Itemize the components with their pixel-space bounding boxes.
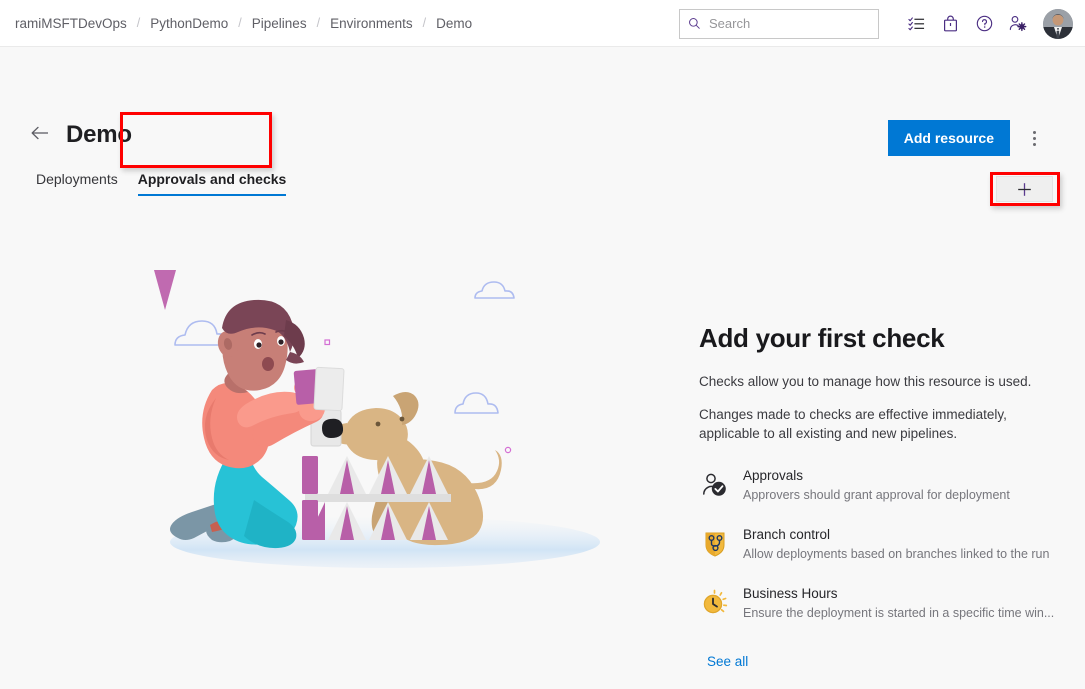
kebab-dot xyxy=(1033,143,1036,146)
breadcrumb-separator: / xyxy=(414,16,435,30)
panel-paragraph-1: Checks allow you to manage how this reso… xyxy=(699,372,1059,391)
user-settings-icon xyxy=(1009,15,1027,32)
marketplace-button[interactable] xyxy=(933,7,967,41)
help-button[interactable] xyxy=(967,7,1001,41)
card-house-bottom-row xyxy=(154,270,176,310)
person-building-card-house-with-dog-illustration xyxy=(150,270,620,570)
card-pair xyxy=(328,456,366,494)
held-card-white xyxy=(314,367,344,410)
check-type-approvals[interactable]: Approvals Approvers should grant approva… xyxy=(699,467,1059,504)
branch-control-shield-icon xyxy=(699,528,731,560)
kebab-dot xyxy=(1033,137,1036,140)
breadcrumb-item-pipelines[interactable]: Pipelines xyxy=(251,16,308,31)
marketplace-bag-icon xyxy=(943,15,958,32)
avatar-photo-icon xyxy=(1043,9,1073,39)
search-box[interactable] xyxy=(679,9,879,39)
tab-bar: Deployments Approvals and checks xyxy=(26,167,296,197)
user-settings-button[interactable] xyxy=(1001,7,1035,41)
dot-circle xyxy=(505,447,510,452)
cloud-icon xyxy=(475,282,514,298)
search-input[interactable] xyxy=(709,16,870,31)
plus-icon xyxy=(1017,182,1032,197)
more-actions-button[interactable] xyxy=(1023,127,1045,149)
panel-title: Add your first check xyxy=(699,323,1059,354)
check-type-description: Ensure the deployment is started in a sp… xyxy=(743,605,1054,622)
top-bar-actions xyxy=(679,0,1075,47)
breadcrumb: ramiMSFTDevOps / PythonDemo / Pipelines … xyxy=(14,16,473,31)
check-type-name: Approvals xyxy=(743,467,1010,485)
add-first-check-panel: Add your first check Checks allow you to… xyxy=(699,323,1059,671)
breadcrumb-item-organization[interactable]: ramiMSFTDevOps xyxy=(14,16,128,31)
breadcrumb-separator: / xyxy=(308,16,329,30)
breadcrumb-separator: / xyxy=(229,16,250,30)
check-type-description: Allow deployments based on branches link… xyxy=(743,546,1049,563)
check-type-name: Business Hours xyxy=(743,585,1054,603)
breadcrumb-item-demo[interactable]: Demo xyxy=(435,16,473,31)
approvals-person-check-icon xyxy=(699,469,731,501)
user-avatar[interactable] xyxy=(1043,9,1073,39)
help-question-icon xyxy=(976,15,993,32)
dot-square xyxy=(325,340,330,345)
boards-checklist-button[interactable] xyxy=(899,7,933,41)
page-title: Demo xyxy=(66,121,132,149)
add-check-button[interactable] xyxy=(996,176,1053,202)
breadcrumb-item-environments[interactable]: Environments xyxy=(329,16,414,31)
back-button[interactable] xyxy=(30,125,50,143)
search-icon xyxy=(688,17,701,30)
back-arrow-icon xyxy=(30,125,50,141)
cloud-icon xyxy=(455,393,498,413)
breadcrumb-item-project[interactable]: PythonDemo xyxy=(149,16,229,31)
check-type-business-hours[interactable]: Business Hours Ensure the deployment is … xyxy=(699,585,1059,622)
add-resource-button[interactable]: Add resource xyxy=(888,120,1010,156)
breadcrumb-separator: / xyxy=(128,16,149,30)
check-type-branch-control[interactable]: Branch control Allow deployments based o… xyxy=(699,526,1059,563)
top-navigation-bar: ramiMSFTDevOps / PythonDemo / Pipelines … xyxy=(0,0,1085,47)
page-header: Demo Add resource Deployments Approvals … xyxy=(0,47,1085,167)
see-all-link[interactable]: See all xyxy=(707,654,748,669)
tab-approvals-and-checks[interactable]: Approvals and checks xyxy=(128,167,297,197)
check-types-list: Approvals Approvers should grant approva… xyxy=(699,467,1059,622)
main-content: Add your first check Checks allow you to… xyxy=(0,210,1085,689)
panel-paragraph-2: Changes made to checks are effective imm… xyxy=(699,405,1059,443)
kebab-dot xyxy=(1033,131,1036,134)
tab-deployments[interactable]: Deployments xyxy=(26,167,128,197)
illustration-svg xyxy=(150,270,620,570)
boards-checklist-icon xyxy=(908,16,925,32)
business-hours-clock-icon xyxy=(699,587,731,619)
check-type-description: Approvers should grant approval for depl… xyxy=(743,487,1010,504)
check-type-name: Branch control xyxy=(743,526,1049,544)
